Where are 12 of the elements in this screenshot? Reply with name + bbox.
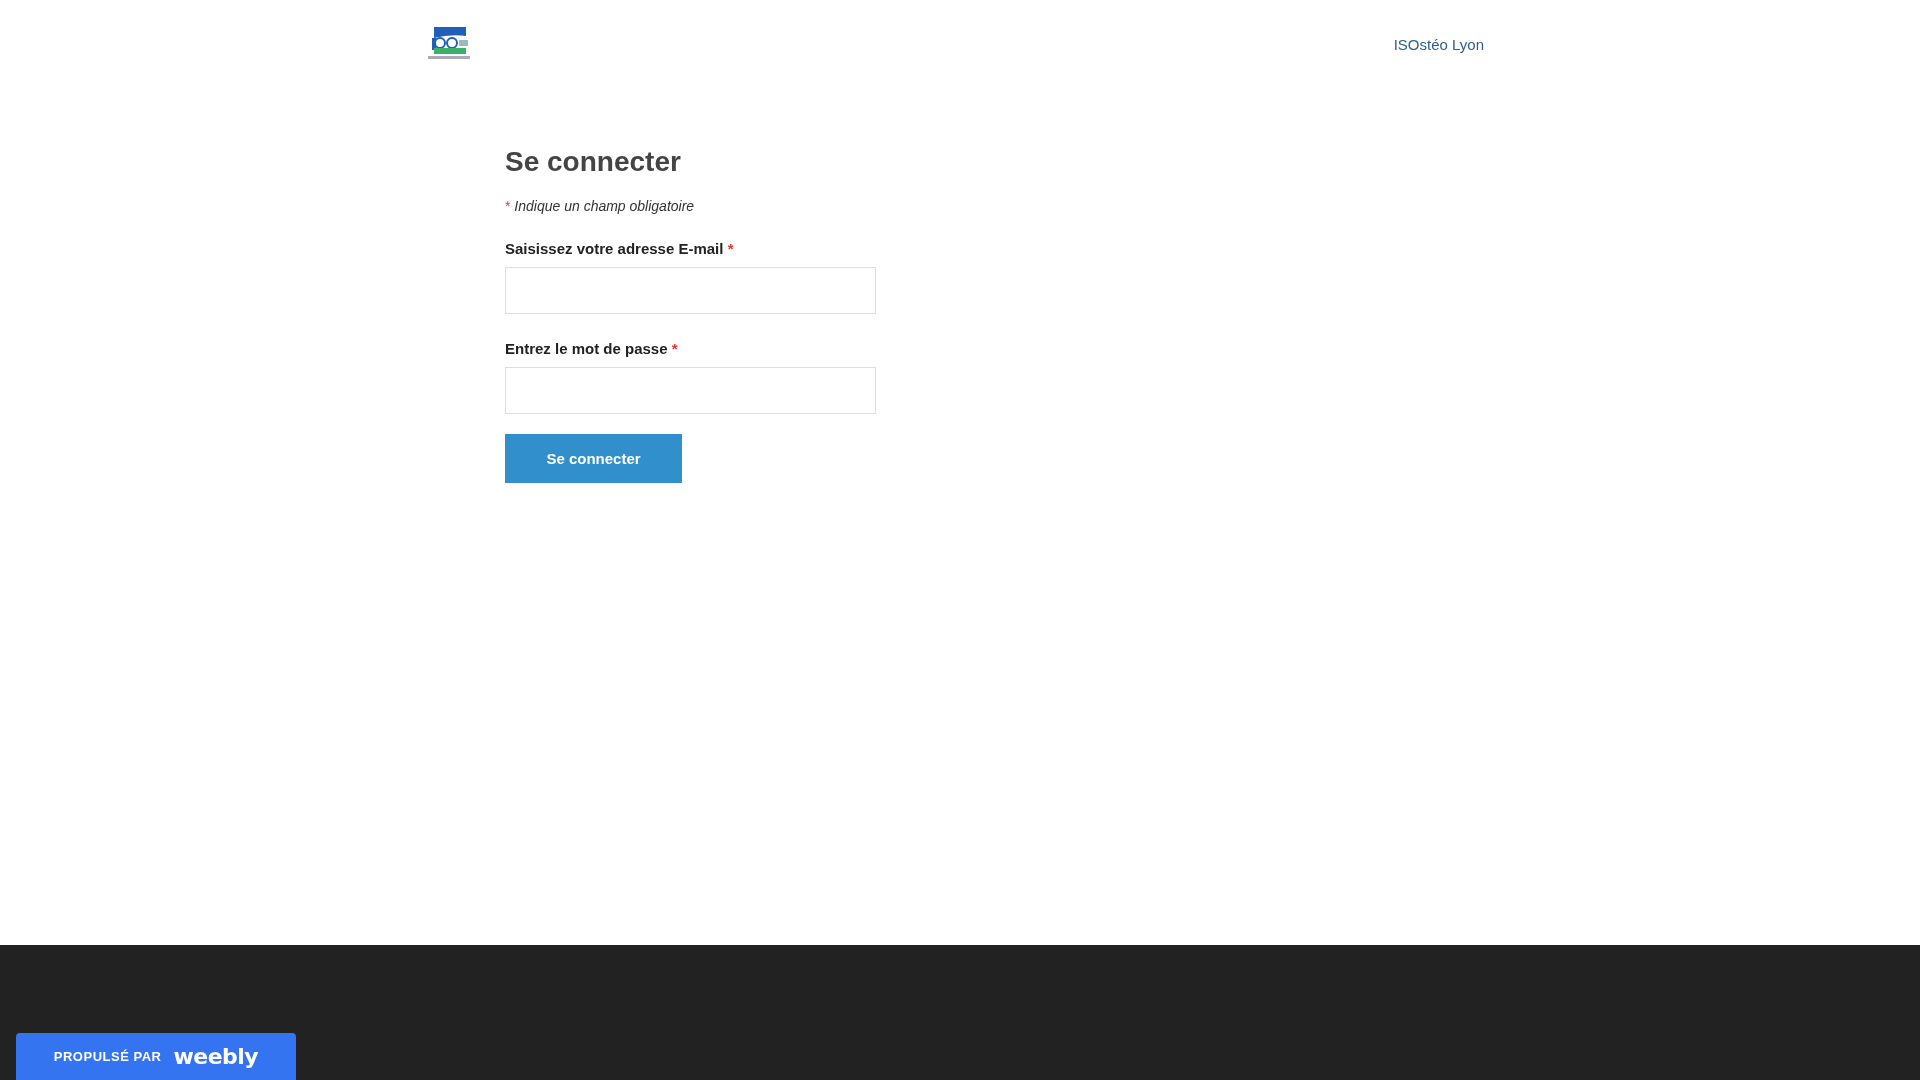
input-field[interactable]	[505, 267, 876, 314]
logo-icon[interactable]	[426, 26, 472, 62]
nav-link[interactable]: ISOstéo Lyon	[1393, 35, 1484, 53]
powered-by-badge[interactable]: PROPULSÉ PAR weebly	[16, 1033, 296, 1080]
login-button[interactable]: Se connecter	[505, 434, 682, 483]
input-field[interactable]	[505, 367, 876, 414]
required-note: * Indique un champ obligatoire	[505, 198, 695, 214]
badge-label: PROPULSÉ PAR	[53, 1049, 162, 1064]
brand-wordmark: weebly	[173, 1044, 259, 1069]
page-title: Se connecter	[505, 146, 681, 178]
field-label: Saisissez votre adresse E-mail *	[505, 240, 734, 257]
field-label: Entrez le mot de passe *	[505, 340, 678, 357]
